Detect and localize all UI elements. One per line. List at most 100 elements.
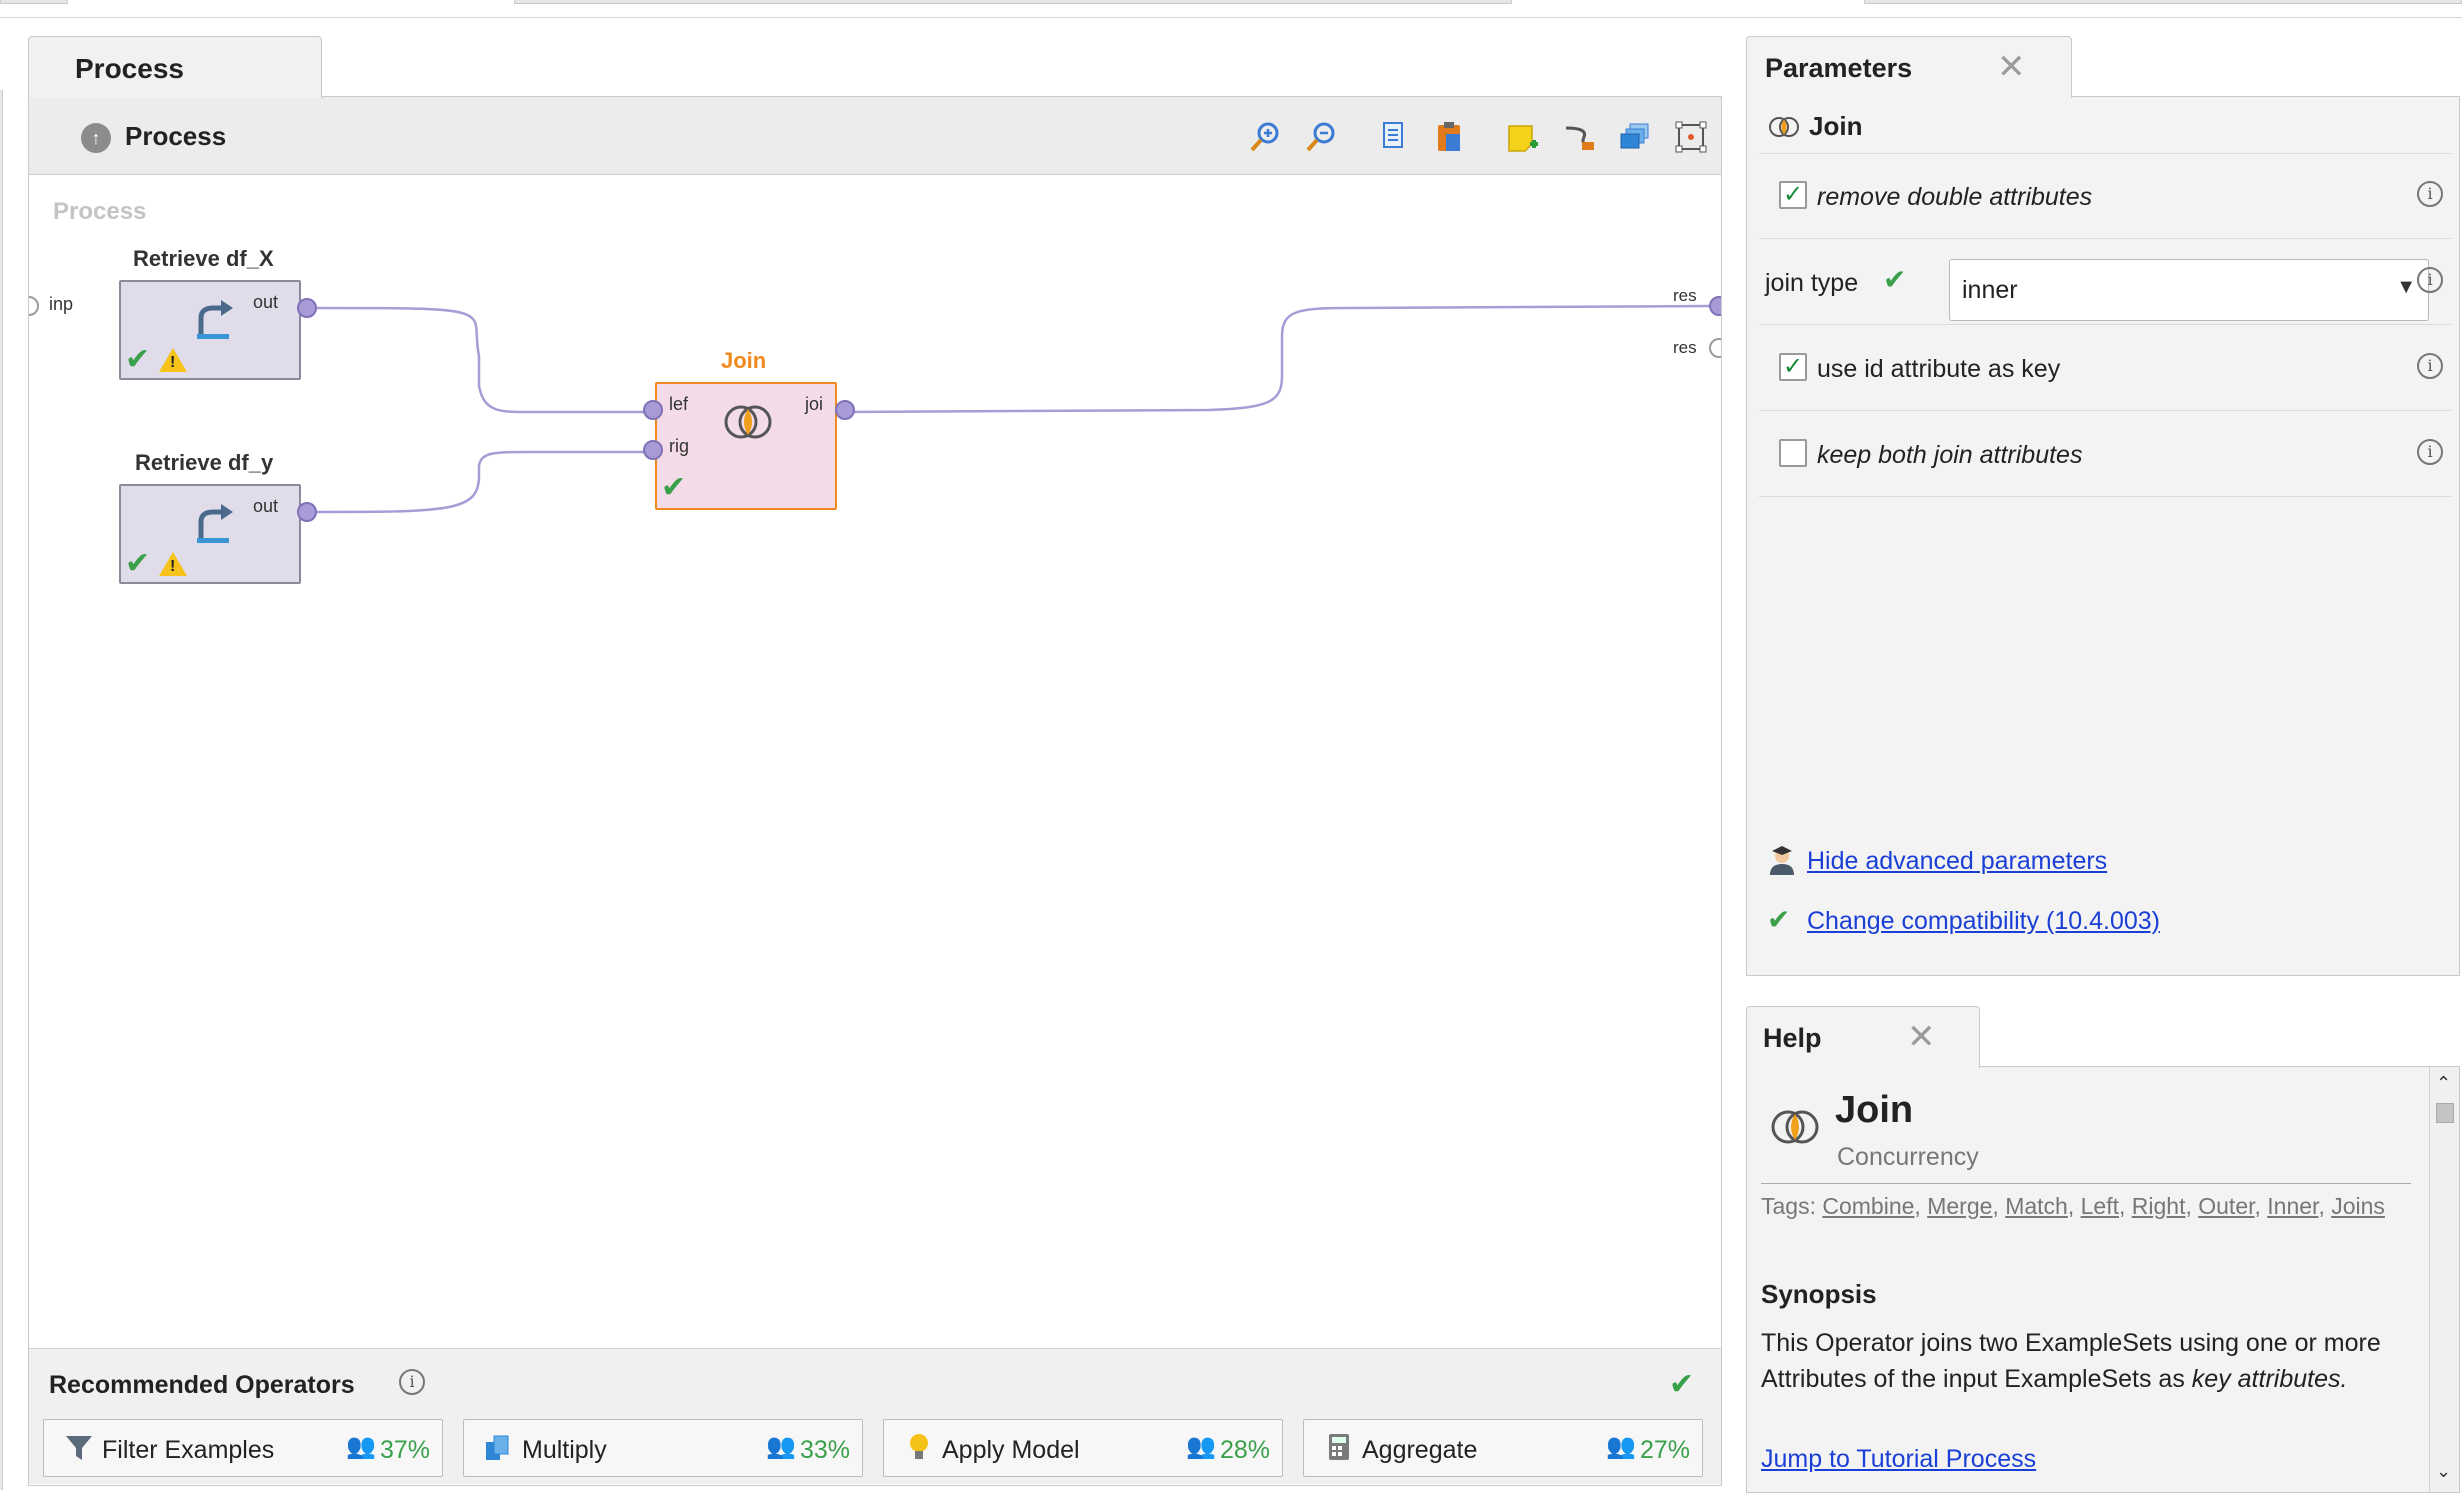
warning-icon: ! <box>170 354 176 371</box>
output-port[interactable] <box>835 400 855 420</box>
hide-advanced-parameters-link[interactable]: Hide advanced parameters <box>1807 847 2107 876</box>
calculator-icon <box>1324 1432 1354 1469</box>
zoom-out-icon[interactable] <box>1301 117 1341 157</box>
tag-link[interactable]: Inner <box>2267 1193 2318 1219</box>
info-icon[interactable]: i <box>2417 439 2443 465</box>
recommended-operators-bar: Recommended Operators i ✔ Filter Example… <box>29 1348 1721 1484</box>
operator-join[interactable]: lef rig joi ✔ <box>655 382 837 510</box>
tag-link[interactable]: Match <box>2005 1193 2068 1219</box>
param-label: join type <box>1765 269 1859 297</box>
check-icon: ✔ <box>1767 904 1791 935</box>
input-port-left[interactable] <box>643 400 663 420</box>
chevron-up-icon[interactable]: ⌃ <box>2436 1073 2451 1094</box>
connection-line <box>843 304 1712 414</box>
tag-link[interactable]: Merge <box>1927 1193 1992 1219</box>
arrange-icon[interactable] <box>1615 117 1655 157</box>
join-type-value: inner <box>1962 276 2018 304</box>
join-icon <box>1771 1110 1819 1144</box>
synopsis-heading: Synopsis <box>1761 1279 1877 1309</box>
tags-prefix: Tags: <box>1761 1193 1816 1219</box>
operator-retrieve-df-y[interactable]: out ✔ ! <box>119 484 301 584</box>
copy-icon[interactable] <box>1373 117 1413 157</box>
status-ok-icon: ✔ <box>125 547 151 580</box>
expert-user-icon <box>1767 845 1797 884</box>
output-port[interactable] <box>297 298 317 318</box>
recommended-item[interactable]: Apply Model 👥 28% <box>883 1419 1283 1477</box>
retrieve-icon <box>191 502 235 557</box>
tab-process-label: Process <box>75 53 184 84</box>
recommended-item-percent: 27% <box>1639 1436 1690 1464</box>
tag-link[interactable]: Right <box>2132 1193 2186 1219</box>
operator-title[interactable]: Retrieve df_y <box>135 450 273 476</box>
add-note-icon[interactable] <box>1503 117 1543 157</box>
synopsis-emphasis: key attributes <box>2191 1365 2341 1393</box>
tag-link[interactable]: Joins <box>2331 1193 2385 1219</box>
synopsis-end: . <box>2340 1365 2348 1393</box>
people-icon: 👥 <box>766 1433 796 1460</box>
check-icon: ✔ <box>1883 264 1907 295</box>
close-icon[interactable]: ✕ <box>1997 47 2026 87</box>
operator-title[interactable]: Join <box>721 348 766 374</box>
process-up-icon[interactable]: ↑ <box>81 123 111 153</box>
top-tab-strip <box>0 0 2462 18</box>
output-port[interactable] <box>297 502 317 522</box>
param-keep-both-join-attributes: keep both join attributes i <box>1759 411 2451 497</box>
tab-parameters-label: Parameters <box>1765 53 1913 83</box>
tag-link[interactable]: Left <box>2081 1193 2119 1219</box>
info-icon[interactable]: i <box>2417 267 2443 293</box>
warning-icon: ! <box>170 558 176 575</box>
keep-both-join-attributes-checkbox[interactable] <box>1779 439 1807 467</box>
collapse-check-icon[interactable]: ✔ <box>1669 1367 1694 1402</box>
tag-link[interactable]: Outer <box>2198 1193 2254 1219</box>
param-join-type: join type ✔ inner ▼ i <box>1759 239 2451 325</box>
lightbulb-icon <box>904 1432 934 1469</box>
use-id-attribute-checkbox[interactable]: ✓ <box>1779 353 1807 381</box>
recommended-item[interactable]: Multiply 👥 33% <box>463 1419 863 1477</box>
zoom-in-icon[interactable] <box>1245 117 1285 157</box>
chevron-down-icon[interactable]: ⌄ <box>2436 1461 2451 1482</box>
tutorial-process-link[interactable]: Jump to Tutorial Process <box>1761 1445 2036 1474</box>
input-port-right[interactable] <box>643 440 663 460</box>
fit-view-icon[interactable] <box>1671 117 1711 157</box>
operator-title[interactable]: Retrieve df_X <box>133 246 274 272</box>
close-icon[interactable]: ✕ <box>1907 1017 1936 1057</box>
change-compatibility-link[interactable]: Change compatibility (10.4.003) <box>1807 907 2160 936</box>
help-content: Join Concurrency Tags: Combine, Merge, M… <box>1761 1067 2419 1492</box>
recommended-item[interactable]: Filter Examples 👥 37% <box>43 1419 443 1477</box>
tab-help[interactable]: Help ✕ <box>1746 1006 1980 1068</box>
tab-process[interactable]: Process <box>28 36 322 98</box>
top-tab-stub[interactable] <box>1864 0 2462 4</box>
synopsis-text: This Operator joins two ExampleSets usin… <box>1761 1325 2411 1397</box>
help-scrollbar[interactable]: ⌃ ⌄ <box>2429 1067 2459 1492</box>
recommended-item[interactable]: Aggregate 👥 27% <box>1303 1419 1703 1477</box>
auto-wire-icon[interactable] <box>1559 117 1599 157</box>
breadcrumb[interactable]: Process <box>125 121 226 152</box>
help-panel: Join Concurrency Tags: Combine, Merge, M… <box>1746 1066 2460 1493</box>
info-icon[interactable]: i <box>2417 181 2443 207</box>
operator-retrieve-df-x[interactable]: out ✔ ! <box>119 280 301 380</box>
info-icon[interactable]: i <box>2417 353 2443 379</box>
top-tab-stub[interactable] <box>514 0 1512 4</box>
info-icon[interactable]: i <box>399 1369 425 1395</box>
help-subtitle: Concurrency <box>1837 1143 1979 1171</box>
result-port-label: res <box>1673 338 1697 357</box>
recommended-item-label: Filter Examples <box>102 1436 275 1464</box>
tab-help-label: Help <box>1763 1023 1822 1053</box>
process-canvas[interactable]: Process inp res res Retrieve df_X out ✔ … <box>29 176 1721 1348</box>
help-tags: Tags: Combine, Merge, Match, Left, Right… <box>1761 1193 2385 1219</box>
status-ok-icon: ✔ <box>661 471 687 504</box>
people-icon: 👥 <box>346 1433 376 1460</box>
connection-line <box>308 306 650 414</box>
tag-link[interactable]: Combine <box>1822 1193 1914 1219</box>
scrollbar-thumb[interactable] <box>2436 1103 2454 1123</box>
tab-parameters[interactable]: Parameters ✕ <box>1746 36 2072 98</box>
input-port-label: inp <box>49 294 74 314</box>
remove-double-attributes-checkbox[interactable]: ✓ <box>1779 181 1807 209</box>
paste-icon[interactable] <box>1429 117 1469 157</box>
filter-icon <box>64 1432 94 1469</box>
recommended-item-label: Multiply <box>522 1436 607 1464</box>
join-type-select[interactable]: inner ▼ <box>1949 259 2429 321</box>
recommended-item-label: Apply Model <box>942 1436 1080 1464</box>
recommended-item-percent: 28% <box>1219 1436 1270 1464</box>
top-tab-stub[interactable] <box>0 0 68 4</box>
